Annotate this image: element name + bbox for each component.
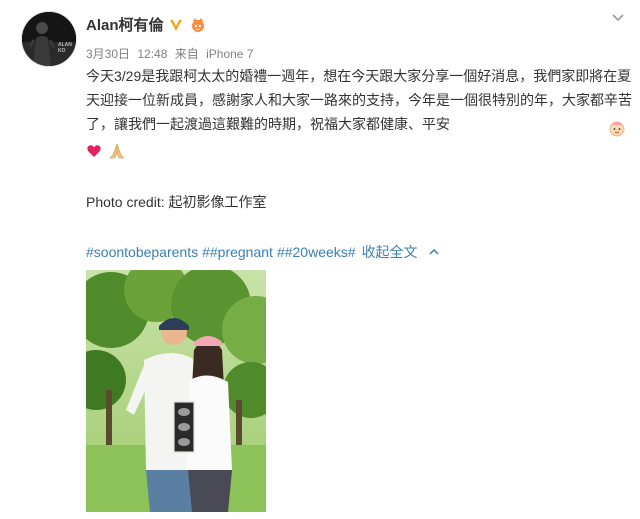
post-meta: 3月30日 12:48 来自 iPhone 7 <box>86 45 257 62</box>
username-row: Alan柯有倫 <box>86 14 206 35</box>
post-photo[interactable] <box>86 270 266 512</box>
heart-emoji <box>86 143 102 164</box>
avatar[interactable]: ALAN KO <box>22 12 76 66</box>
source-prefix: 来自 <box>174 47 199 61</box>
emoji-line <box>86 143 126 164</box>
hashtag-pregnant[interactable]: ##pregnant <box>202 244 273 260</box>
svg-text:KO: KO <box>58 48 66 54</box>
post-time[interactable]: 12:48 <box>137 47 167 61</box>
chevron-up-icon[interactable] <box>428 246 440 258</box>
vip-badge-icon[interactable] <box>190 17 206 33</box>
verified-v-icon[interactable] <box>168 17 184 33</box>
source-device[interactable]: iPhone 7 <box>206 47 253 61</box>
hashtag-20weeks[interactable]: ##20weeks# <box>277 244 356 260</box>
avatar-image: ALAN KO <box>22 12 76 66</box>
username[interactable]: Alan柯有倫 <box>86 14 164 35</box>
post-date[interactable]: 3月30日 <box>86 47 130 61</box>
hashtag-soontobeparents[interactable]: #soontobeparents <box>86 244 198 260</box>
hashtag-row: #soontobeparents ##pregnant ##20weeks# 收… <box>86 242 440 262</box>
couple-photo-image <box>86 270 266 512</box>
collapse-text-link[interactable]: 收起全文 <box>362 242 418 262</box>
post-text: 今天3/29是我跟柯太太的婚禮一週年，想在今天跟大家分享一個好消息，我們家即將在… <box>86 68 632 132</box>
photo-credit: Photo credit: 起初影像工作室 <box>86 194 267 210</box>
pray-emoji <box>108 143 126 164</box>
more-options-chevron-down-icon[interactable] <box>610 10 626 26</box>
baby-emoji <box>608 119 626 142</box>
